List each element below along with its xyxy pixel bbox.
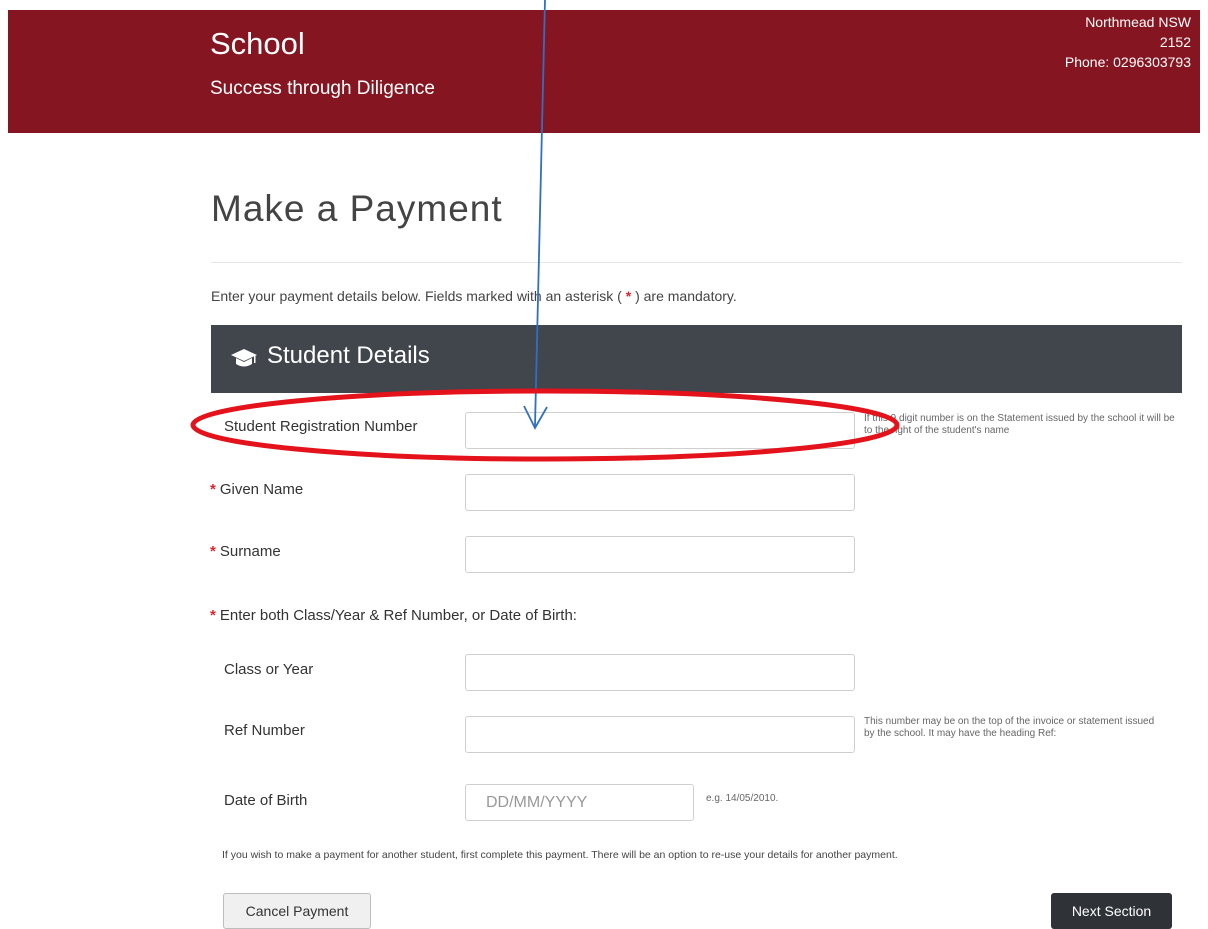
page-title: Make a Payment bbox=[211, 188, 503, 229]
identification-instruction: * Enter both Class/Year & Ref Number, or … bbox=[210, 607, 577, 624]
required-marker: * bbox=[210, 481, 216, 498]
dob-input[interactable] bbox=[465, 784, 694, 821]
required-marker: * bbox=[210, 543, 216, 560]
contact-info: Northmead NSW 2152 Phone: 0296303793 bbox=[1065, 12, 1191, 72]
given-name-label-text: Given Name bbox=[219, 481, 304, 498]
class-year-label: Class or Year bbox=[224, 661, 314, 678]
given-name-input[interactable] bbox=[465, 474, 855, 511]
dob-hint: e.g. 14/05/2010. bbox=[706, 793, 779, 804]
surname-label: * Surname bbox=[210, 543, 281, 560]
phone-number: Phone: 0296303793 bbox=[1064, 54, 1191, 70]
surname-input[interactable] bbox=[465, 536, 855, 573]
ref-number-label: Ref Number bbox=[224, 722, 305, 739]
site-header: School Success through Diligence Northme… bbox=[8, 10, 1200, 133]
school-tagline: Success through Diligence bbox=[210, 78, 435, 99]
srn-input[interactable] bbox=[465, 412, 855, 449]
class-year-input[interactable] bbox=[465, 654, 855, 691]
given-name-label: * Given Name bbox=[210, 481, 303, 498]
intro-text-after: ) are mandatory. bbox=[635, 288, 737, 304]
srn-label: Student Registration Number bbox=[224, 418, 418, 435]
intro-text-before: Enter your payment details below. Fields… bbox=[211, 288, 622, 304]
title-divider bbox=[211, 262, 1182, 263]
dob-label: Date of Birth bbox=[224, 792, 308, 809]
section-title: Student Details bbox=[267, 342, 430, 369]
ref-number-hint: This number may be on the top of the inv… bbox=[864, 716, 1155, 739]
another-student-note: If you wish to make a payment for anothe… bbox=[222, 849, 898, 861]
student-details-header: Student Details bbox=[211, 325, 1182, 393]
identification-instruction-text: Enter both Class/Year & Ref Number, or D… bbox=[219, 607, 577, 624]
next-section-button[interactable]: Next Section bbox=[1051, 893, 1172, 929]
surname-label-text: Surname bbox=[219, 543, 281, 560]
srn-hint: If this 9 digit number is on the Stateme… bbox=[864, 413, 1175, 436]
address-line-1: Northmead NSW bbox=[1085, 14, 1191, 30]
ref-number-input[interactable] bbox=[465, 716, 855, 753]
graduation-cap-icon bbox=[230, 347, 258, 374]
school-name: School bbox=[210, 26, 305, 61]
address-line-2: 2152 bbox=[1159, 34, 1191, 50]
cancel-payment-button[interactable]: Cancel Payment bbox=[223, 893, 371, 929]
intro-asterisk: * bbox=[625, 288, 632, 304]
required-marker: * bbox=[210, 607, 216, 624]
intro-text: Enter your payment details below. Fields… bbox=[211, 288, 737, 304]
